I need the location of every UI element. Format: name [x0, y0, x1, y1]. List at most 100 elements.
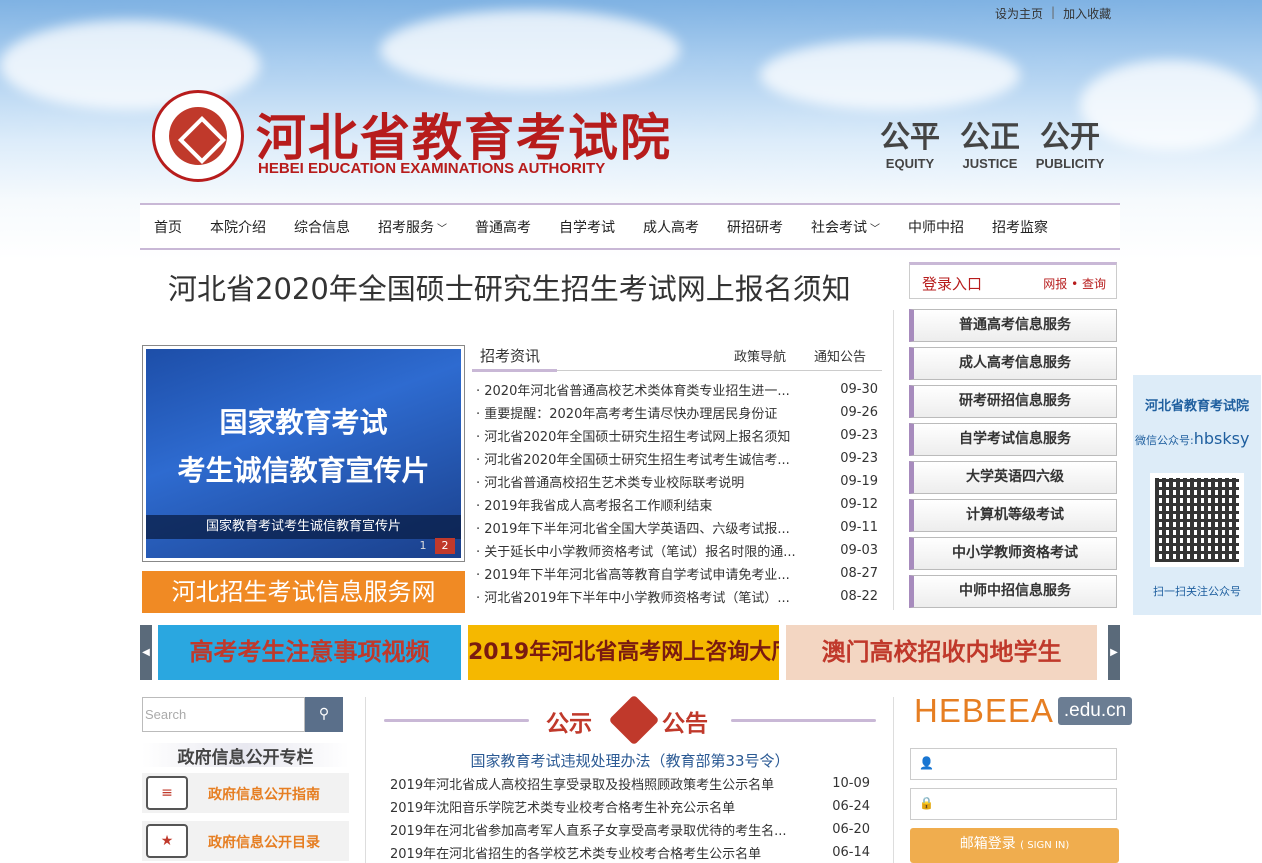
list-item[interactable]: · 2019年下半年河北省全国大学英语四、六级考试报... 09-11	[476, 516, 878, 539]
divider	[893, 697, 894, 863]
search-input[interactable]: Search	[142, 697, 305, 732]
banner-caption[interactable]: 国家教育考试考生诚信教育宣传片	[146, 515, 461, 539]
wechat-title: 河北省教育考试院	[1144, 399, 1249, 414]
top-links: 设为主页 | 加入收藏	[995, 5, 1111, 22]
gov-catalog-link[interactable]: ★ 政府信息公开目录	[142, 821, 349, 861]
nav-about[interactable]: 本院介绍	[196, 217, 280, 237]
list-item[interactable]: · 河北省2020年全国硕士研究生招生考试网上报名须知 09-23	[476, 424, 878, 447]
mail-brand: HEBEEA .edu.cn	[914, 692, 1133, 729]
divider	[384, 719, 529, 722]
banner-page-1[interactable]: 1	[413, 538, 433, 554]
banner-pager: 1 2	[413, 538, 455, 554]
nav-postgrad[interactable]: 研招研考	[713, 217, 797, 237]
main-nav: 首页 本院介绍 综合信息 招考服务 ﹀ 普通高考 自学考试 成人高考 研招研考 社…	[140, 203, 1120, 250]
tab-policy[interactable]: 政策导航	[734, 346, 786, 365]
divider	[365, 697, 366, 863]
nav-social-exam[interactable]: 社会考试 ﹀	[797, 217, 894, 237]
tab-notices[interactable]: 通知公告	[814, 346, 866, 365]
service-computer-button[interactable]: 计算机等级考试	[909, 499, 1117, 532]
notice-header: 公示 公告	[384, 694, 876, 746]
banner-page-2[interactable]: 2	[435, 538, 455, 554]
chevron-down-icon: ﹀	[437, 223, 447, 235]
wechat-account-line: 微信公众号:hbsksy	[1135, 429, 1250, 448]
list-item[interactable]: · 关于延长中小学教师资格考试（笔试）报名时限的通... 09-03	[476, 539, 878, 562]
promo-card-video[interactable]: 高考考生注意事项视频	[158, 625, 461, 680]
headline-link[interactable]: 河北省2020年全国硕士研究生招生考试网上报名须知	[168, 266, 851, 308]
password-field[interactable]: 🔒	[910, 788, 1117, 820]
nav-general-info[interactable]: 综合信息	[280, 217, 364, 237]
user-icon: 👤	[919, 756, 934, 770]
divider	[893, 310, 894, 610]
gov-guide-link[interactable]: ≡ 政府信息公开指南	[142, 773, 349, 813]
add-favorite-link[interactable]: 加入收藏	[1063, 5, 1111, 22]
active-tab-indicator	[472, 369, 557, 372]
nav-adult-exam[interactable]: 成人高考	[629, 217, 713, 237]
cloud-decoration	[380, 10, 680, 90]
banner-line1: 国家教育考试	[219, 406, 388, 439]
banner-line2: 考生诚信教育宣传片	[177, 454, 430, 487]
login-entry-sub[interactable]: 网报 • 查询	[1043, 275, 1106, 292]
logo-title-en: HEBEI EDUCATION EXAMINATIONS AUTHORITY	[258, 160, 606, 177]
document-icon: ≡	[146, 776, 188, 810]
list-item[interactable]: · 2019年下半年河北省高等教育自学考试申请免考业... 08-27	[476, 562, 878, 585]
promo-card-consult[interactable]: 2019年河北省高考网上咨询大厅	[468, 625, 779, 680]
list-item[interactable]: 2019年在河北省参加高考军人直系子女享受高考录取优待的考生名... 06-20	[390, 818, 870, 841]
seal-icon	[608, 694, 660, 746]
nav-exam-services[interactable]: 招考服务 ﹀	[364, 217, 461, 237]
motto-justice: 公正 JUSTICE	[960, 120, 1020, 171]
nav-home[interactable]: 首页	[140, 217, 196, 237]
service-adult-button[interactable]: 成人高考信息服务	[909, 347, 1117, 380]
arrow-right-icon[interactable]: ▶	[1108, 625, 1120, 680]
notice-list: 2019年河北省成人高校招生享受录取及投档照顾政策考生公示名单 10-09 201…	[390, 772, 870, 863]
login-entry-header: 登录入口 网报 • 查询	[909, 262, 1117, 299]
nav-secondary[interactable]: 中师中招	[894, 217, 978, 237]
notice-left-label: 公示	[546, 711, 592, 737]
qr-code-icon	[1150, 473, 1244, 567]
info-service-banner[interactable]: 河北招生考试信息服务网	[142, 571, 465, 613]
list-item[interactable]: 2019年河北省成人高校招生享受录取及投档照顾政策考生公示名单 10-09	[390, 772, 870, 795]
chevron-down-icon: ﹀	[870, 223, 880, 235]
login-entry-title: 登录入口	[922, 275, 983, 293]
service-teacher-button[interactable]: 中小学教师资格考试	[909, 537, 1117, 570]
mail-login-button[interactable]: 邮箱登录 ( SIGN IN)	[910, 828, 1119, 863]
cloud-decoration	[760, 40, 1020, 110]
notice-right-label: 公告	[662, 711, 708, 737]
list-item[interactable]: · 河北省普通高校招生艺术类专业校际联考说明 09-19	[476, 470, 878, 493]
list-item[interactable]: · 河北省2020年全国硕士研究生招生考试考生诚信考... 09-23	[476, 447, 878, 470]
notice-featured-link[interactable]: 国家教育考试违规处理办法（教育部第33号令）	[384, 750, 876, 771]
top-links-separator: |	[1051, 5, 1056, 19]
news-tabs: 招考资讯 政策导航 通知公告	[472, 340, 882, 372]
motto-equity: 公平 EQUITY	[880, 120, 940, 171]
nav-gaokao[interactable]: 普通高考	[461, 217, 545, 237]
arrow-left-icon[interactable]: ◀	[140, 625, 152, 680]
set-homepage-link[interactable]: 设为主页	[995, 5, 1043, 22]
nav-supervision[interactable]: 招考监察	[978, 217, 1062, 237]
service-cet-button[interactable]: 大学英语四六级	[909, 461, 1117, 494]
motto-publicity: 公开 PUBLICITY	[1035, 120, 1105, 171]
list-item[interactable]: 2019年沈阳音乐学院艺术类专业校考合格考生补充公示名单 06-24	[390, 795, 870, 818]
wechat-qr-panel: 河北省教育考试院 微信公众号:hbsksy 扫一扫关注公众号	[1133, 375, 1261, 615]
gov-info-title: 政府信息公开专栏	[142, 743, 349, 768]
list-item[interactable]: 2019年在河北省招生的各学校艺术类专业校考合格考生公示名单 06-14	[390, 841, 870, 863]
promo-card-macau[interactable]: 澳门高校招收内地学生	[786, 625, 1097, 680]
promo-strip: ◀ 高考考生注意事项视频 2019年河北省高考网上咨询大厅 澳门高校招收内地学生…	[140, 625, 1120, 680]
service-gaokao-button[interactable]: 普通高考信息服务	[909, 309, 1117, 342]
list-item[interactable]: · 2020年河北省普通高校艺术类体育类专业招生进一... 09-30	[476, 378, 878, 401]
username-field[interactable]: 👤	[910, 748, 1117, 780]
list-item[interactable]: · 河北省2019年下半年中小学教师资格考试（笔试）... 08-22	[476, 585, 878, 608]
divider	[731, 719, 876, 722]
service-secondary-button[interactable]: 中师中招信息服务	[909, 575, 1117, 608]
lock-icon: 🔒	[919, 796, 934, 810]
search-icon[interactable]: ⚲	[305, 697, 343, 732]
list-item[interactable]: · 2019年我省成人高考报名工作顺利结束 09-12	[476, 493, 878, 516]
wechat-scan-hint: 扫一扫关注公众号	[1153, 585, 1241, 598]
tab-exam-news[interactable]: 招考资讯	[480, 345, 540, 366]
catalog-icon: ★	[146, 824, 188, 858]
list-item[interactable]: · 重要提醒：2020年高考考生请尽快办理居民身份证 09-26	[476, 401, 878, 424]
nav-self-study[interactable]: 自学考试	[545, 217, 629, 237]
banner-slideshow[interactable]: 国家教育考试 考生诚信教育宣传片 国家教育考试考生诚信教育宣传片 1 2	[142, 345, 465, 562]
service-self-study-button[interactable]: 自学考试信息服务	[909, 423, 1117, 456]
service-postgrad-button[interactable]: 研考研招信息服务	[909, 385, 1117, 418]
news-list: · 2020年河北省普通高校艺术类体育类专业招生进一... 09-30 · 重要提…	[476, 378, 878, 608]
logo-seal-icon[interactable]	[152, 90, 244, 182]
